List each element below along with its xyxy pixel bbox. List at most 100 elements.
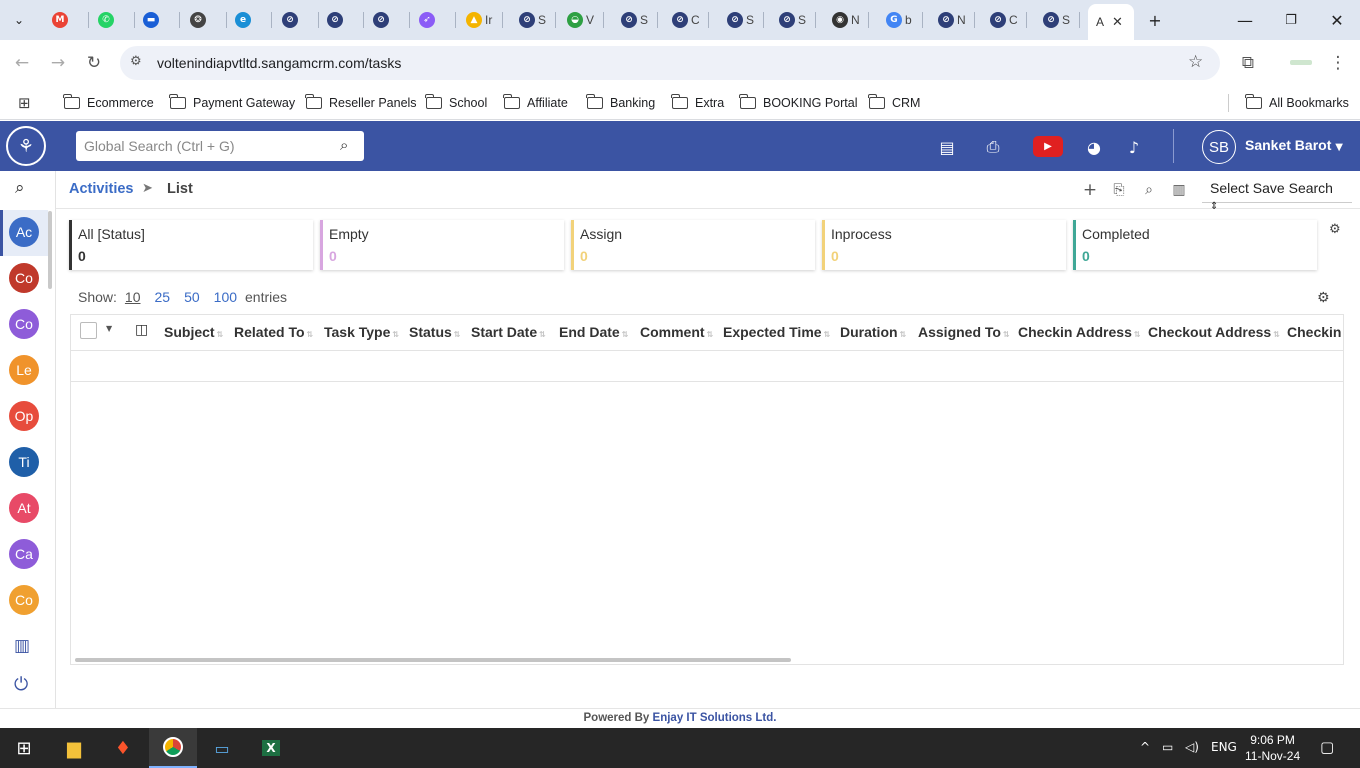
column-header[interactable]: Checkin Address ⇅ (1018, 324, 1141, 340)
close-window-icon[interactable]: ✕ (1322, 8, 1352, 32)
column-header[interactable]: Comment ⇅ (640, 324, 713, 340)
bookmark-folder[interactable]: CRM (868, 93, 920, 113)
company-link[interactable]: Enjay IT Solutions Ltd. (653, 712, 777, 724)
page-size-option[interactable]: 10 (125, 289, 141, 305)
globe-icon[interactable]: ◕ (1081, 134, 1107, 160)
browser-tab[interactable]: ✆ (98, 8, 114, 32)
page-size-option[interactable]: 100 (214, 289, 237, 305)
select-all-checkbox[interactable] (80, 322, 97, 339)
save-search-select[interactable]: Select Save Search ⇕ (1202, 177, 1352, 212)
document-search-icon[interactable]: ⎙ (980, 134, 1006, 160)
browser-tab[interactable]: ➶ (419, 8, 435, 32)
browser-tab[interactable]: ⊘ (373, 8, 389, 32)
column-header[interactable]: Subject ⇅ (164, 324, 223, 340)
add-icon[interactable]: + (1080, 180, 1100, 200)
address-bar[interactable]: ⚙ voltenindiapvtltd.sangamcrm.com/tasks … (120, 46, 1220, 80)
browser-tab[interactable]: ⊘ S (779, 8, 806, 32)
browser-tab[interactable]: M (52, 8, 68, 32)
horizontal-scrollbar[interactable] (75, 658, 791, 662)
column-header[interactable]: Assigned To ⇅ (918, 324, 1010, 340)
search-icon[interactable]: ⌕ (1139, 181, 1159, 199)
all-bookmarks[interactable]: All Bookmarks (1245, 93, 1349, 113)
browser-tab[interactable]: Gb (886, 8, 913, 32)
back-icon[interactable]: ← (8, 49, 36, 77)
tab-search-chevron-icon[interactable]: ⌄ (4, 8, 34, 32)
module-ac-icon[interactable]: Ac (9, 217, 39, 247)
browser-tab[interactable]: ⊘ S (621, 8, 648, 32)
bell-icon[interactable]: ♪ (1121, 134, 1147, 160)
reload-icon[interactable]: ↻ (80, 49, 108, 77)
tray-chevron-icon[interactable]: ^ (1140, 740, 1150, 754)
status-card[interactable]: Completed 0 (1073, 220, 1317, 270)
page-size-option[interactable]: 50 (184, 289, 200, 305)
apps-grid-icon[interactable]: ⊞ (18, 93, 31, 113)
minimize-icon[interactable]: — (1230, 8, 1260, 32)
browser-tab[interactable]: ▲ Ir (466, 8, 493, 32)
clock[interactable]: 9:06 PM 11-Nov-24 (1245, 732, 1300, 764)
global-search[interactable]: ⌕ (76, 131, 364, 161)
browser-tab[interactable]: e (235, 8, 251, 32)
settings-gears-icon[interactable]: ⚙ (1329, 222, 1341, 237)
column-header[interactable]: End Date ⇅ (559, 324, 628, 340)
select-dropdown-icon[interactable]: ▼ (106, 324, 112, 333)
browser-tab[interactable]: ⊘ S (1043, 8, 1070, 32)
network-icon[interactable]: ▭ (1162, 740, 1173, 754)
excel-icon[interactable]: X (247, 728, 295, 768)
browser-tab[interactable]: ◉ N (832, 8, 859, 32)
extensions-icon[interactable]: ⧉ (1234, 49, 1262, 77)
brave-icon[interactable]: ♦ (99, 728, 147, 768)
column-header[interactable]: Checkin I (1287, 324, 1343, 340)
chrome-icon[interactable] (149, 728, 197, 768)
column-header[interactable]: Duration ⇅ (840, 324, 906, 340)
profile-icon[interactable] (1290, 60, 1312, 65)
browser-menu-icon[interactable]: ⋮ (1324, 49, 1352, 77)
bookmark-star-icon[interactable]: ☆ (1188, 52, 1203, 72)
browser-tab[interactable]: ⊘ S (519, 8, 546, 32)
bookmark-folder[interactable]: Affiliate (503, 93, 568, 113)
status-card[interactable]: Assign 0 (571, 220, 815, 270)
new-tab-icon[interactable]: + (1140, 8, 1170, 32)
status-card[interactable]: All [Status] 0 (69, 220, 313, 270)
browser-tab[interactable]: ⊘ S (727, 8, 754, 32)
app-window-icon[interactable]: ▭ (198, 728, 246, 768)
browser-tab[interactable]: ⊘ (327, 8, 343, 32)
column-header[interactable]: Status ⇅ (409, 324, 461, 340)
module-co-icon[interactable]: Co (9, 263, 39, 293)
module-co-icon[interactable]: Co (9, 309, 39, 339)
rail-search-icon[interactable]: ⌕ (15, 178, 25, 198)
global-search-input[interactable] (76, 131, 326, 161)
restore-icon[interactable]: ❐ (1276, 8, 1306, 32)
user-name[interactable]: Sanket Barot ▼ (1245, 137, 1343, 153)
tab-close-icon[interactable]: ✕ (1112, 15, 1123, 30)
page-size-option[interactable]: 25 (155, 289, 171, 305)
browser-tab[interactable]: ❂ (190, 8, 206, 32)
import-icon[interactable]: ⎘ (1109, 181, 1129, 199)
browser-tab[interactable]: ▬ (143, 8, 159, 32)
bookmark-folder[interactable]: Banking (586, 93, 655, 113)
language-indicator[interactable]: ENG (1211, 740, 1237, 754)
browser-tab[interactable]: ⊘ N (938, 8, 965, 32)
browser-tab[interactable]: ⊘ C (672, 8, 699, 32)
volume-icon[interactable]: ◁) (1185, 740, 1199, 754)
intercom-icon[interactable]: ▥ (14, 636, 30, 656)
rail-scrollbar[interactable] (48, 211, 52, 289)
module-co-icon[interactable]: Co (9, 585, 39, 615)
column-header[interactable]: Checkout Address ⇅ (1148, 324, 1280, 340)
column-header[interactable]: Related To ⇅ (234, 324, 313, 340)
browser-tab[interactable]: ⊘ C (990, 8, 1017, 32)
status-card[interactable]: Inprocess 0 (822, 220, 1066, 270)
chart-icon[interactable]: ▥ (1169, 181, 1189, 199)
bookmark-folder[interactable]: Extra (671, 93, 724, 113)
table-settings-icon[interactable]: ⚙ (1317, 290, 1330, 306)
module-at-icon[interactable]: At (9, 493, 39, 523)
site-info-icon[interactable]: ⚙ (130, 54, 142, 69)
bookmark-folder[interactable]: School (425, 93, 487, 113)
avatar[interactable]: SB (1202, 130, 1236, 164)
browser-tab[interactable]: ◒ V (567, 8, 594, 32)
file-explorer-icon[interactable]: ▆ (50, 728, 98, 768)
columns-toggle-icon[interactable]: ◫ (135, 322, 148, 338)
status-card[interactable]: Empty 0 (320, 220, 564, 270)
bookmark-folder[interactable]: Ecommerce (63, 93, 154, 113)
forward-icon[interactable]: → (44, 49, 72, 77)
breadcrumb-module[interactable]: Activities (69, 181, 133, 197)
